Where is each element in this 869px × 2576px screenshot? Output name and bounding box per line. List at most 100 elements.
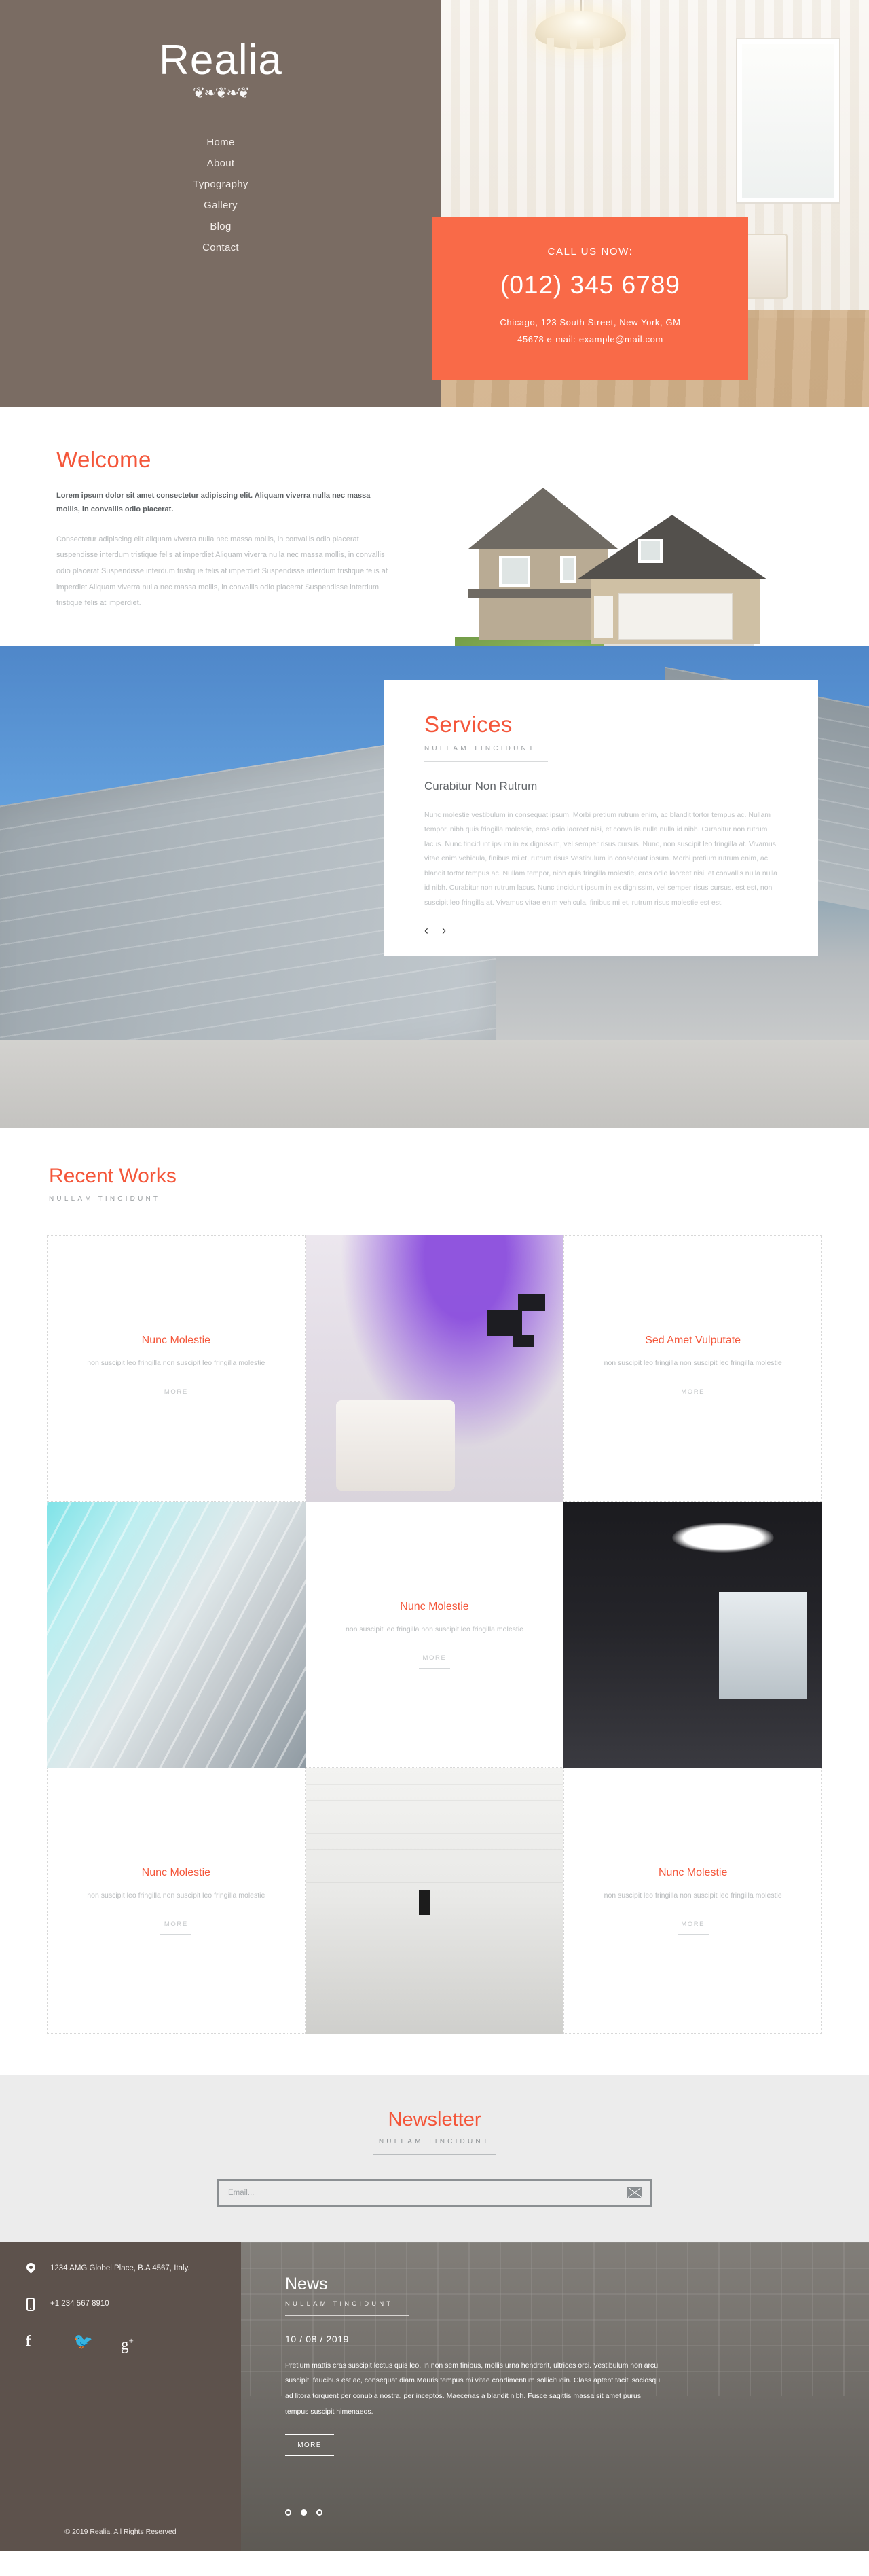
work-description: non suscipit leo fringilla non suscipit … [87, 1358, 265, 1367]
more-underline [160, 1934, 192, 1935]
more-button[interactable]: MORE [160, 1920, 192, 1935]
news-carousel-dots[interactable] [285, 2509, 322, 2516]
twitter-icon[interactable]: 🐦 [73, 2332, 93, 2350]
work-description: non suscipit leo fringilla non suscipit … [87, 1891, 265, 1900]
welcome-title: Welcome [56, 447, 151, 472]
more-label: MORE [297, 2442, 322, 2450]
section-divider [285, 2315, 409, 2316]
work-card[interactable]: Sed Amet Vulputate non suscipit leo frin… [563, 1235, 822, 1502]
chandelier-icon [530, 0, 631, 71]
nav-item-gallery[interactable]: Gallery [201, 195, 240, 216]
call-us-banner: CALL US NOW: (012) 345 6789 Chicago, 123… [432, 217, 748, 380]
news-subtitle: NULLAM TINCIDUNT [285, 2300, 394, 2308]
work-title: Nunc Molestie [141, 1334, 211, 1346]
nav-item-contact[interactable]: Contact [200, 237, 242, 258]
works-subtitle: NULLAM TINCIDUNT [49, 1195, 161, 1203]
chevron-left-icon[interactable]: ‹ [424, 924, 428, 937]
more-label: MORE [681, 1920, 705, 1928]
services-subtitle: NULLAM TINCIDUNT [424, 744, 536, 752]
more-underline [677, 1934, 709, 1935]
mobile-phone-icon [23, 2296, 38, 2312]
work-title: Nunc Molestie [141, 1866, 211, 1879]
more-label: MORE [164, 1387, 188, 1396]
copyright-text: © 2019 Realia. All Rights Reserved [64, 2527, 177, 2536]
more-button[interactable]: MORE [160, 1387, 192, 1402]
more-button[interactable]: MORE [677, 1387, 709, 1402]
envelope-submit-icon[interactable] [627, 2187, 642, 2199]
services-body-text: Nunc molestie vestibulum in consequat ip… [424, 810, 778, 907]
work-card[interactable]: Nunc Molestie non suscipit leo fringilla… [47, 1767, 306, 2034]
window-shape [737, 39, 839, 202]
social-links[interactable]: f 🐦 g+ [26, 2332, 218, 2353]
ground-shape [0, 1039, 869, 1128]
services-card: Services NULLAM TINCIDUNT Curabitur Non … [384, 679, 818, 956]
welcome-section: Welcome Lorem ipsum dolor sit amet conse… [0, 407, 869, 664]
welcome-house-image [421, 447, 869, 664]
works-title: Recent Works [49, 1164, 177, 1187]
news-body-text: Pretium mattis cras suscipit lectus quis… [285, 2361, 661, 2416]
work-image-atrium[interactable] [47, 1501, 306, 1768]
google-plus-icon[interactable]: g+ [121, 2332, 138, 2353]
carousel-dot-1[interactable] [285, 2509, 291, 2516]
nav-item-blog[interactable]: Blog [207, 216, 234, 237]
cta-address-line-2: 45678 e-mail: example@mail.com [517, 333, 663, 344]
services-section: Services NULLAM TINCIDUNT Curabitur Non … [0, 645, 869, 1128]
work-title: Sed Amet Vulputate [645, 1334, 741, 1346]
work-description: non suscipit leo fringilla non suscipit … [604, 1358, 782, 1367]
hero-brand-panel: Realia ❦❧❦❧❦ Home About Typography Galle… [0, 0, 441, 407]
more-underline [418, 1667, 450, 1669]
logo-ornament-icon: ❦❧❦❧❦ [192, 84, 250, 101]
work-card[interactable]: Nunc Molestie non suscipit leo fringilla… [563, 1767, 822, 2034]
section-divider [424, 761, 548, 762]
more-label: MORE [164, 1920, 188, 1928]
news-title: News [285, 2274, 328, 2293]
work-card[interactable]: Nunc Molestie non suscipit leo fringilla… [47, 1235, 306, 1502]
work-image-showroom[interactable] [563, 1501, 822, 1768]
work-card[interactable]: Nunc Molestie non suscipit leo fringilla… [305, 1501, 564, 1768]
services-title: Services [424, 711, 513, 737]
site-logo: Realia [159, 37, 282, 84]
work-image-hall[interactable] [305, 1767, 564, 2034]
carousel-dot-3[interactable] [316, 2509, 322, 2516]
services-heading: Curabitur Non Rutrum [424, 779, 538, 793]
work-description: non suscipit leo fringilla non suscipit … [345, 1625, 524, 1633]
nav-item-about[interactable]: About [204, 153, 238, 174]
cta-address-line-1: Chicago, 123 South Street, New York, GM [500, 317, 681, 327]
work-image-living-room[interactable] [305, 1235, 564, 1502]
news-date: 10 / 08 / 2019 [285, 2333, 350, 2344]
works-grid: Nunc Molestie non suscipit leo fringilla… [47, 1235, 822, 2034]
newsletter-form[interactable] [217, 2179, 652, 2207]
section-divider [373, 2154, 496, 2155]
work-description: non suscipit leo fringilla non suscipit … [604, 1891, 782, 1900]
hero-section: Realia ❦❧❦❧❦ Home About Typography Galle… [0, 0, 869, 407]
footer-contact-panel: 1234 AMG Globel Place, B.A 4567, Italy. … [0, 2241, 241, 2551]
main-navigation[interactable]: Home About Typography Gallery Blog Conta… [190, 132, 251, 258]
welcome-body-text: Consectetur adipiscing elit aliquam vive… [56, 534, 388, 608]
chevron-right-icon[interactable]: › [442, 924, 446, 937]
more-button[interactable]: MORE [418, 1654, 450, 1669]
work-title: Nunc Molestie [400, 1600, 469, 1612]
more-label: MORE [422, 1654, 447, 1662]
facebook-icon[interactable]: f [26, 2332, 43, 2350]
footer-address: 1234 AMG Globel Place, B.A 4567, Italy. [50, 2264, 190, 2272]
newsletter-section: Newsletter NULLAM TINCIDUNT [0, 2074, 869, 2242]
more-label: MORE [681, 1387, 705, 1396]
more-bottom-line [285, 2455, 334, 2457]
footer-phone-row: +1 234 567 8910 [23, 2296, 218, 2312]
work-title: Nunc Molestie [658, 1866, 728, 1879]
nav-item-home[interactable]: Home [204, 132, 237, 153]
news-more-button[interactable]: MORE [285, 2434, 334, 2457]
carousel-dot-2[interactable] [301, 2509, 307, 2516]
footer-section: 1234 AMG Globel Place, B.A 4567, Italy. … [0, 2241, 869, 2551]
nav-item-typography[interactable]: Typography [190, 174, 251, 195]
footer-phone[interactable]: +1 234 567 8910 [50, 2296, 109, 2311]
footer-news-panel: News NULLAM TINCIDUNT 10 / 08 / 2019 Pre… [285, 2274, 706, 2457]
cta-phone-number[interactable]: (012) 345 6789 [453, 271, 728, 300]
footer-address-row: 1234 AMG Globel Place, B.A 4567, Italy. [23, 2261, 218, 2276]
recent-works-section: Recent Works NULLAM TINCIDUNT Nunc Moles… [0, 1127, 869, 2075]
newsletter-title: Newsletter [388, 2108, 481, 2130]
more-button[interactable]: MORE [677, 1920, 709, 1935]
location-pin-icon [23, 2261, 38, 2274]
cta-kicker: CALL US NOW: [547, 246, 633, 257]
email-input[interactable] [228, 2188, 627, 2197]
